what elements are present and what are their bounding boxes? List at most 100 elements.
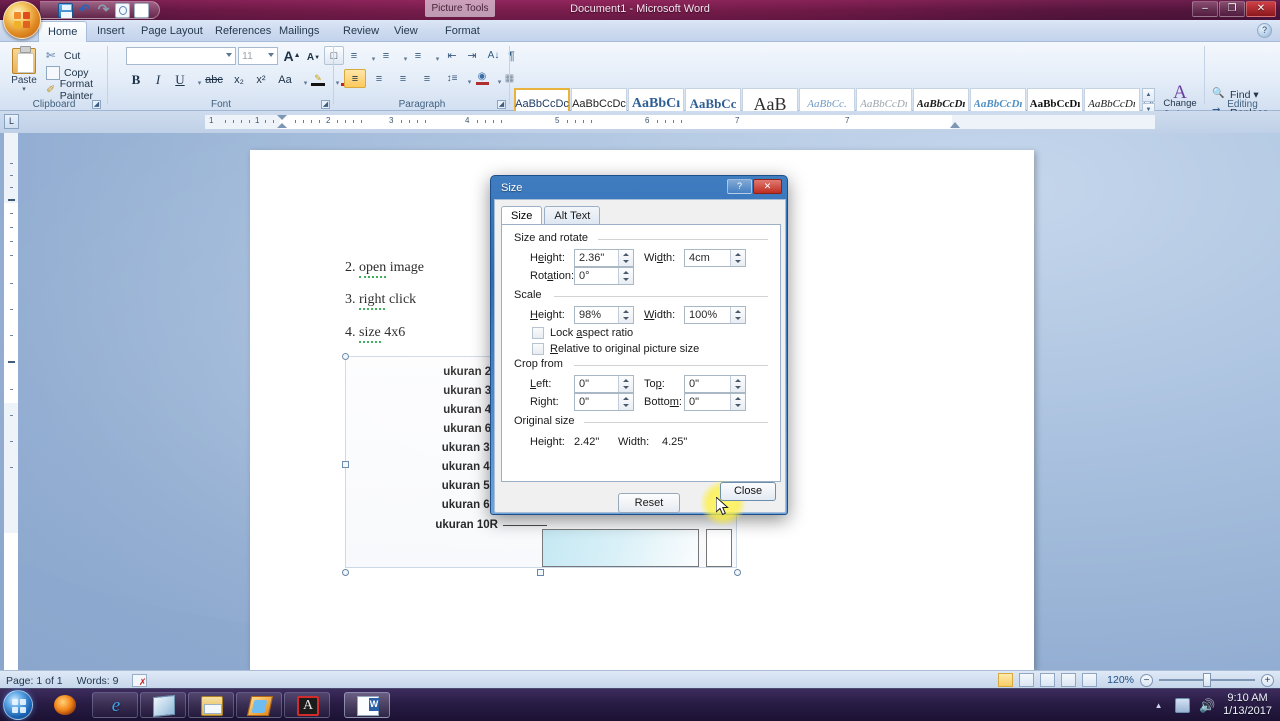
zoom-slider-thumb[interactable]	[1203, 673, 1211, 687]
crop-right-spinner[interactable]: 0"	[574, 393, 634, 411]
scale-width-stepper[interactable]	[730, 307, 745, 323]
horizontal-ruler[interactable]: 1 1 2 3 4 5	[205, 115, 1155, 129]
start-button[interactable]	[3, 690, 33, 720]
width-spinner[interactable]: 4cm	[684, 249, 746, 267]
dialog-close-button[interactable]: ✕	[753, 179, 782, 194]
text-highlight-color-button[interactable]: ✎	[308, 70, 328, 89]
taskbar-firefox[interactable]	[42, 692, 88, 718]
draft-view-button[interactable]	[1082, 673, 1097, 687]
crop-left-stepper[interactable]	[618, 376, 633, 392]
align-center-button[interactable]: ≡	[368, 69, 390, 88]
tab-format[interactable]: Format	[436, 21, 489, 42]
rotation-spinner[interactable]: 0°	[574, 267, 634, 285]
taskbar-acrobat[interactable]: A	[284, 692, 330, 718]
multilevel-list-button[interactable]: ≡	[408, 46, 428, 65]
undo-icon[interactable]: ↶	[77, 3, 92, 18]
picture-handle-middle-left[interactable]	[342, 461, 349, 468]
numbering-button[interactable]: ≡	[376, 46, 396, 65]
outline-view-button[interactable]	[1061, 673, 1076, 687]
decrease-indent-button[interactable]: ⇤	[442, 46, 462, 65]
rotation-stepper[interactable]	[618, 268, 633, 284]
taskbar-notepad[interactable]	[140, 692, 186, 718]
zoom-slider[interactable]	[1159, 673, 1255, 687]
close-button[interactable]: ✕	[1246, 1, 1276, 17]
zoom-level-label[interactable]: 120%	[1107, 674, 1134, 686]
clipboard-dialog-launcher[interactable]: ◢	[92, 100, 101, 109]
align-right-button[interactable]: ≡	[392, 69, 414, 88]
print-preview-icon[interactable]	[115, 3, 130, 18]
taskbar-word[interactable]: W	[344, 692, 390, 718]
word-count[interactable]: Words: 9	[77, 675, 119, 687]
shading-button[interactable]: ◉	[472, 69, 492, 88]
tab-view[interactable]: View	[385, 21, 427, 42]
picture-handle-bottom-left[interactable]	[342, 569, 349, 576]
font-size-box[interactable]: 11	[238, 47, 278, 65]
taskbar-explorer[interactable]	[188, 692, 234, 718]
bold-button[interactable]: B	[126, 70, 146, 89]
picture-handle-bottom-right[interactable]	[734, 569, 741, 576]
cut-button[interactable]: ✄ Cut	[46, 48, 80, 63]
crop-right-stepper[interactable]	[618, 394, 633, 410]
help-icon[interactable]: ?	[1257, 23, 1272, 38]
paragraph-dialog-launcher[interactable]: ◢	[497, 100, 506, 109]
tab-mailings[interactable]: Mailings	[270, 21, 328, 42]
tab-page-layout[interactable]: Page Layout	[132, 21, 212, 42]
change-case-button[interactable]: Aa	[274, 70, 296, 89]
zoom-out-button[interactable]: −	[1140, 674, 1153, 687]
scale-height-stepper[interactable]	[618, 307, 633, 323]
line-spacing-button[interactable]: ↕≡	[442, 69, 462, 88]
office-button[interactable]	[3, 1, 41, 39]
picture-handle-top-left[interactable]	[342, 353, 349, 360]
lock-aspect-ratio-checkbox[interactable]	[532, 327, 544, 339]
taskbar-internet-explorer[interactable]: e	[92, 692, 138, 718]
paste-button[interactable]: Paste ▾	[6, 46, 42, 98]
web-layout-view-button[interactable]	[1040, 673, 1055, 687]
font-dialog-launcher[interactable]: ◢	[321, 100, 330, 109]
page-count[interactable]: Page: 1 of 1	[6, 675, 63, 687]
dialog-tab-alt-text[interactable]: Alt Text	[544, 206, 600, 225]
shrink-font-button[interactable]: A▼	[304, 48, 323, 67]
maximize-button[interactable]: ❐	[1219, 1, 1245, 17]
height-spinner[interactable]: 2.36"	[574, 249, 634, 267]
tab-home[interactable]: Home	[38, 21, 87, 42]
subscript-button[interactable]: x₂	[228, 70, 250, 89]
tab-insert[interactable]: Insert	[88, 21, 134, 42]
crop-bottom-spinner[interactable]: 0"	[684, 393, 746, 411]
right-indent-marker[interactable]	[950, 122, 959, 128]
taskbar-media[interactable]	[236, 692, 282, 718]
increase-indent-button[interactable]: ⇥	[462, 46, 482, 65]
network-icon[interactable]	[1175, 698, 1190, 713]
reset-button[interactable]: Reset	[618, 493, 680, 513]
scale-height-spinner[interactable]: 98%	[574, 306, 634, 324]
volume-icon[interactable]: 🔊	[1199, 698, 1214, 713]
crop-bottom-stepper[interactable]	[730, 394, 745, 410]
crop-top-stepper[interactable]	[730, 376, 745, 392]
sort-button[interactable]: A↓	[484, 46, 503, 65]
height-stepper[interactable]	[618, 250, 633, 266]
crop-left-spinner[interactable]: 0"	[574, 375, 634, 393]
print-layout-view-button[interactable]	[998, 673, 1013, 687]
align-left-button[interactable]: ≡	[344, 69, 366, 88]
redo-icon[interactable]: ↷	[96, 3, 111, 18]
width-stepper[interactable]	[730, 250, 745, 266]
format-painter-button[interactable]: ✐ Format Painter	[46, 82, 108, 97]
underline-button[interactable]: U	[170, 70, 190, 89]
strikethrough-button[interactable]: abc	[202, 70, 226, 89]
zoom-in-button[interactable]: +	[1261, 674, 1274, 687]
proofing-errors-icon[interactable]: ✗	[132, 674, 147, 687]
picture-handle-bottom-center[interactable]	[537, 569, 544, 576]
styles-scroll-up[interactable]: ▲	[1142, 88, 1155, 102]
bullets-button[interactable]: ≡	[344, 46, 364, 65]
taskbar-clock[interactable]: 9:10 AM 1/13/2017	[1223, 692, 1272, 718]
full-screen-reading-view-button[interactable]	[1019, 673, 1034, 687]
scale-width-spinner[interactable]: 100%	[684, 306, 746, 324]
relative-to-original-checkbox[interactable]	[532, 343, 544, 355]
find-button[interactable]: 🔍 Find ▾	[1212, 87, 1269, 102]
crop-top-spinner[interactable]: 0"	[684, 375, 746, 393]
minimize-button[interactable]: –	[1192, 1, 1218, 17]
vertical-ruler[interactable]	[4, 133, 18, 670]
new-document-icon[interactable]	[134, 3, 149, 18]
save-icon[interactable]	[58, 3, 73, 18]
justify-button[interactable]: ≡	[416, 69, 438, 88]
font-name-box[interactable]	[126, 47, 236, 65]
